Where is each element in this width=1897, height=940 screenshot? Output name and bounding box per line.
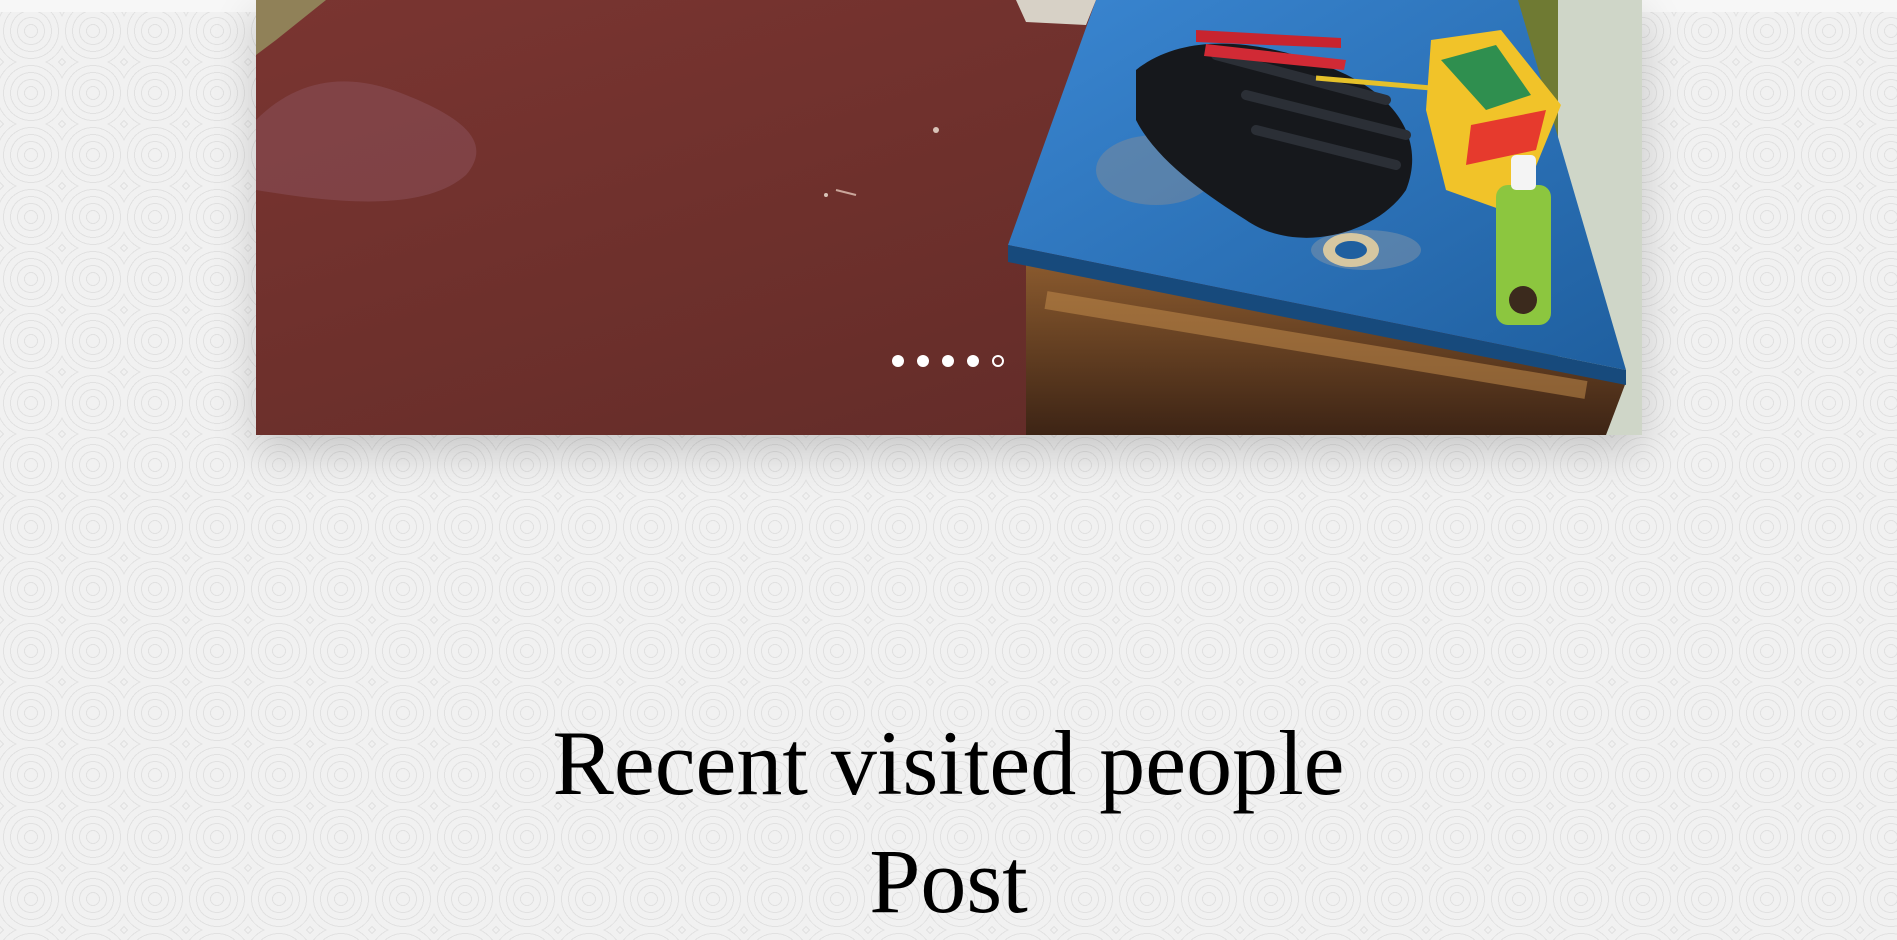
- section-heading-line2: Post: [869, 829, 1028, 932]
- section-heading: Recent visited people Post: [0, 704, 1897, 940]
- image-slider[interactable]: [256, 0, 1642, 435]
- section-heading-line1: Recent visited people: [552, 711, 1345, 814]
- slider-dot-4[interactable]: [967, 355, 979, 367]
- slider-dot-3[interactable]: [942, 355, 954, 367]
- slider-dots: [892, 355, 1004, 367]
- slider-dot-5-active[interactable]: [992, 355, 1004, 367]
- slider-dot-2[interactable]: [917, 355, 929, 367]
- slide-image: [256, 0, 1642, 435]
- slider-dot-1[interactable]: [892, 355, 904, 367]
